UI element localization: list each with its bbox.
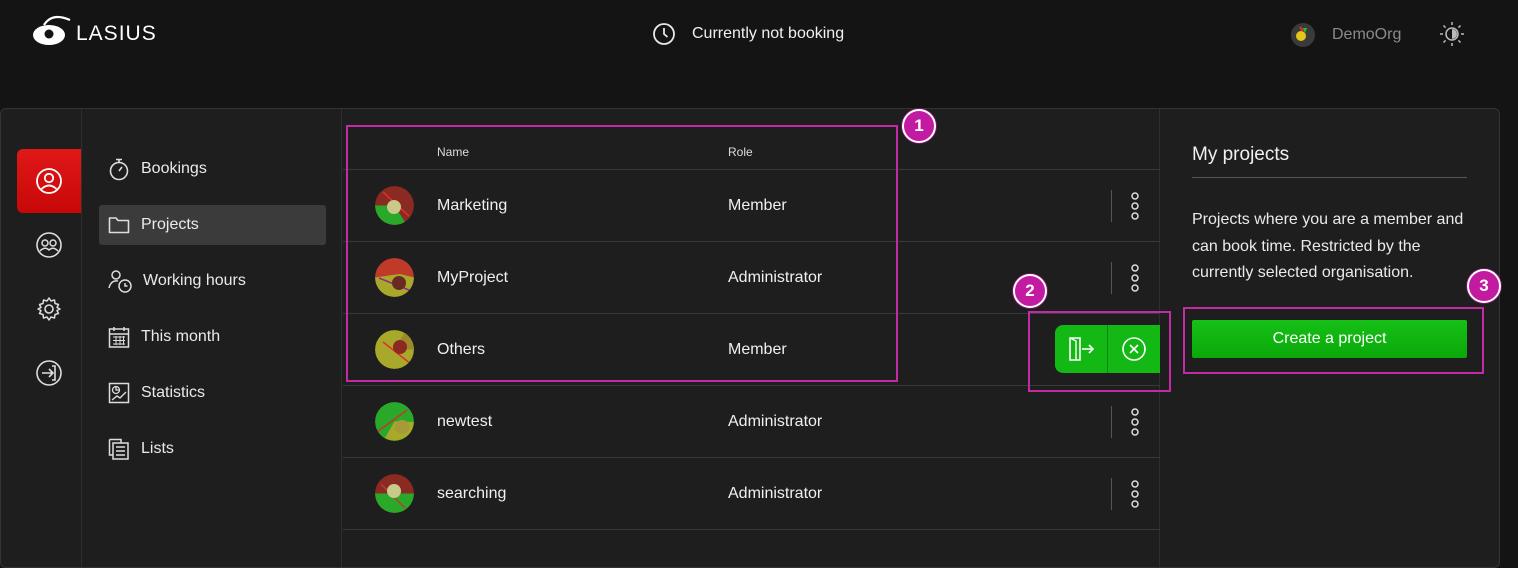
team-icon (36, 232, 62, 258)
panel-description: Projects where you are a member and can … (1192, 211, 1464, 281)
logo-text: LASIUS (76, 22, 157, 45)
logout-icon (36, 360, 62, 386)
table-row[interactable]: newtest Administrator (343, 386, 1160, 458)
nav-item-bookings[interactable]: Bookings (99, 149, 326, 189)
org-avatar-icon (1291, 23, 1315, 47)
divider (1111, 262, 1112, 294)
user-section-button[interactable] (17, 149, 81, 213)
org-name: DemoOrg (1332, 26, 1402, 43)
nav-item-lists[interactable]: Lists (99, 429, 326, 469)
booking-status[interactable]: Currently not booking (652, 22, 844, 46)
nav-item-label: Projects (141, 216, 199, 233)
divider (1111, 478, 1112, 510)
stopwatch-icon (109, 158, 129, 181)
user-clock-icon (108, 270, 132, 293)
nav-item-label: Bookings (141, 160, 207, 177)
project-role: Administrator (728, 413, 823, 430)
project-role: Administrator (728, 485, 823, 502)
row-menu-button[interactable] (1125, 480, 1145, 508)
more-vertical-icon (1131, 264, 1139, 292)
step-badge: 3 (1467, 269, 1501, 303)
more-vertical-icon (1131, 192, 1139, 220)
row-menu-button[interactable] (1125, 192, 1145, 220)
user-icon (36, 168, 62, 194)
clock-icon (653, 23, 675, 45)
logo-icon (33, 15, 71, 45)
icon-sidebar (1, 109, 82, 567)
settings-section-button[interactable] (17, 277, 81, 341)
nav-item-projects[interactable]: Projects (99, 205, 326, 245)
booking-status-text: Currently not booking (692, 25, 845, 42)
highlight-box-row-actions (1028, 311, 1171, 392)
project-name: newtest (437, 413, 493, 430)
org-selector[interactable]: DemoOrg (1290, 22, 1401, 48)
nav-item-label: Statistics (141, 384, 206, 401)
section-nav: Bookings Projects Working hours This mon… (83, 109, 342, 567)
top-bar: LASIUS Currently not booking DemoOrg (0, 0, 1518, 68)
app-logo[interactable]: LASIUS (32, 14, 157, 48)
gear-icon (37, 297, 61, 321)
team-section-button[interactable] (17, 213, 81, 277)
panel-title: My projects (1192, 144, 1467, 178)
nav-item-this-month[interactable]: This month (99, 317, 326, 357)
step-badge: 2 (1013, 274, 1047, 308)
statistics-icon (108, 382, 130, 404)
divider (1111, 190, 1112, 222)
more-vertical-icon (1131, 408, 1139, 436)
project-avatar (375, 402, 414, 441)
project-avatar (375, 474, 414, 513)
logout-section-button[interactable] (17, 341, 81, 405)
brightness-icon (1440, 22, 1464, 46)
highlight-box-create-button (1183, 307, 1484, 374)
row-menu-button[interactable] (1125, 264, 1145, 292)
nav-item-label: Working hours (143, 272, 246, 289)
highlight-box-projects-list (346, 125, 898, 382)
step-badge: 1 (902, 109, 936, 143)
nav-item-label: This month (141, 328, 221, 345)
divider (1111, 406, 1112, 438)
theme-toggle[interactable] (1439, 21, 1465, 52)
nav-item-working-hours[interactable]: Working hours (99, 261, 326, 301)
nav-item-label: Lists (141, 440, 174, 457)
list-icon (108, 438, 129, 460)
calendar-icon (108, 327, 130, 348)
folder-icon (108, 217, 130, 234)
row-menu-button[interactable] (1125, 408, 1145, 436)
project-name: searching (437, 485, 507, 502)
more-vertical-icon (1131, 480, 1139, 508)
nav-item-statistics[interactable]: Statistics (99, 373, 326, 413)
table-row[interactable]: searching Administrator (343, 458, 1160, 530)
